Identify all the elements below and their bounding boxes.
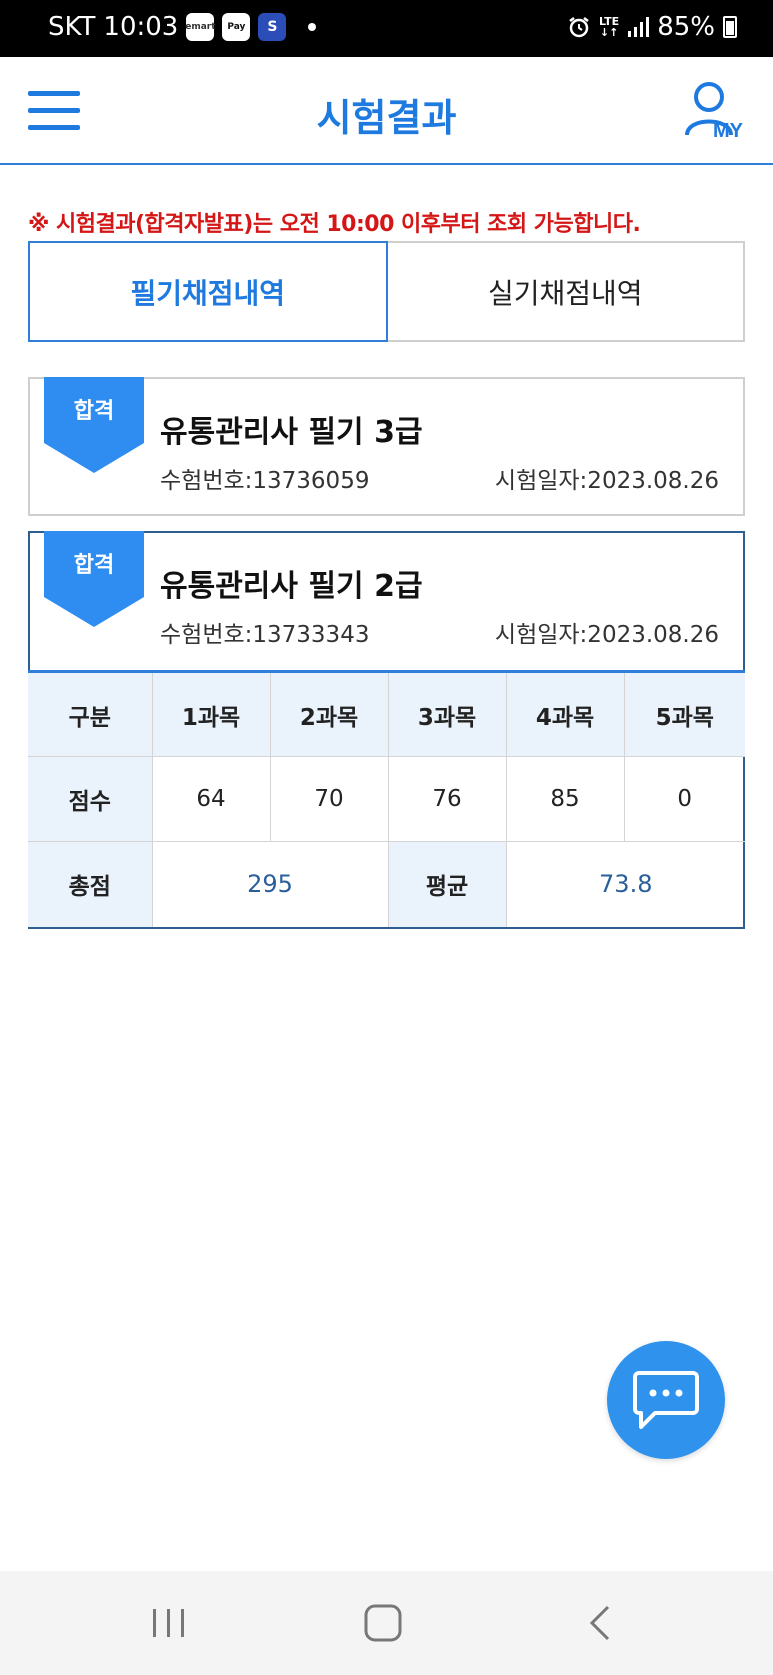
chat-button[interactable]	[607, 1341, 725, 1459]
exam-name: 유통관리사 필기 2급	[160, 569, 423, 604]
bank-icon: S	[258, 13, 287, 41]
score-cell: 76	[387, 756, 507, 842]
tab-written[interactable]: 필기채점내역	[28, 241, 388, 342]
app-header: 시험결과 MY	[0, 57, 773, 165]
badge-label: 합격	[73, 399, 115, 424]
clock: 10:03	[103, 12, 179, 42]
table-header-row: 구분 1과목 2과목 3과목 4과목 5과목	[28, 671, 745, 757]
header-cell: 5과목	[623, 671, 745, 757]
lte-indicator: LTE ↓↑	[598, 15, 620, 39]
home-icon[interactable]	[358, 1601, 408, 1645]
page-title: 시험결과	[316, 96, 457, 140]
table-row: 점수 64 70 76 85 0	[28, 756, 745, 842]
badge-ribbon-icon	[44, 377, 144, 473]
back-icon[interactable]	[576, 1601, 626, 1645]
score-table: 구분 1과목 2과목 3과목 4과목 5과목 점수 64 70 76 85 0 …	[28, 670, 745, 927]
pay-icon: Pay	[222, 13, 251, 41]
result-tabs: 필기채점내역 실기채점내역	[28, 241, 745, 342]
system-nav-bar	[0, 1571, 773, 1675]
header-cell: 3과목	[387, 671, 507, 757]
header-cell: 2과목	[269, 671, 389, 757]
battery-icon	[723, 16, 737, 38]
score-cell: 70	[269, 756, 389, 842]
notice-text: ※ 시험결과(합격자발표)는 오전 10:00 이후부터 조회 가능합니다.	[28, 212, 641, 237]
tab-practical[interactable]: 실기채점내역	[388, 243, 744, 340]
status-bar: SKT 10:03 emart Pay S LTE ↓↑ 85%	[0, 0, 773, 57]
score-cell: 0	[623, 756, 745, 842]
table-row: 총점 295 평균 73.8	[28, 841, 745, 927]
result-card[interactable]: 합격 유통관리사 필기 3급 수험번호:13736059 시험일자:2023.0…	[28, 377, 745, 516]
recent-apps-icon[interactable]	[144, 1601, 194, 1645]
score-cell: 85	[505, 756, 625, 842]
total-label: 총점	[28, 841, 153, 927]
exam-number: 수험번호:13736059	[160, 468, 370, 494]
score-cell: 64	[151, 756, 271, 842]
pass-badge: 합격	[44, 531, 144, 631]
exam-date: 시험일자:2023.08.26	[494, 622, 719, 648]
header-cell: 구분	[28, 671, 153, 757]
header-cell: 4과목	[505, 671, 625, 757]
signal-icon	[628, 17, 650, 37]
carrier: SKT	[48, 12, 96, 42]
badge-label: 합격	[73, 553, 115, 578]
chat-bubble-icon	[633, 1371, 699, 1429]
emart-icon: emart	[185, 13, 216, 41]
exam-number: 수험번호:13733343	[160, 622, 370, 648]
score-label: 점수	[28, 756, 153, 842]
my-page-icon[interactable]: MY	[683, 79, 749, 141]
badge-ribbon-icon	[44, 531, 144, 627]
average-label: 평균	[387, 841, 507, 927]
notification-dot-icon	[308, 23, 317, 31]
pass-badge: 합격	[44, 377, 144, 477]
alarm-icon	[569, 17, 589, 38]
exam-name: 유통관리사 필기 3급	[160, 415, 423, 450]
exam-date: 시험일자:2023.08.26	[494, 468, 719, 494]
header-cell: 1과목	[151, 671, 271, 757]
my-label: MY	[713, 120, 744, 141]
average-value: 73.8	[505, 841, 745, 927]
battery-percent: 85%	[657, 12, 715, 42]
result-card-expanded[interactable]: 합격 유통관리사 필기 2급 수험번호:13733343 시험일자:2023.0…	[28, 531, 745, 929]
total-value: 295	[151, 841, 389, 927]
